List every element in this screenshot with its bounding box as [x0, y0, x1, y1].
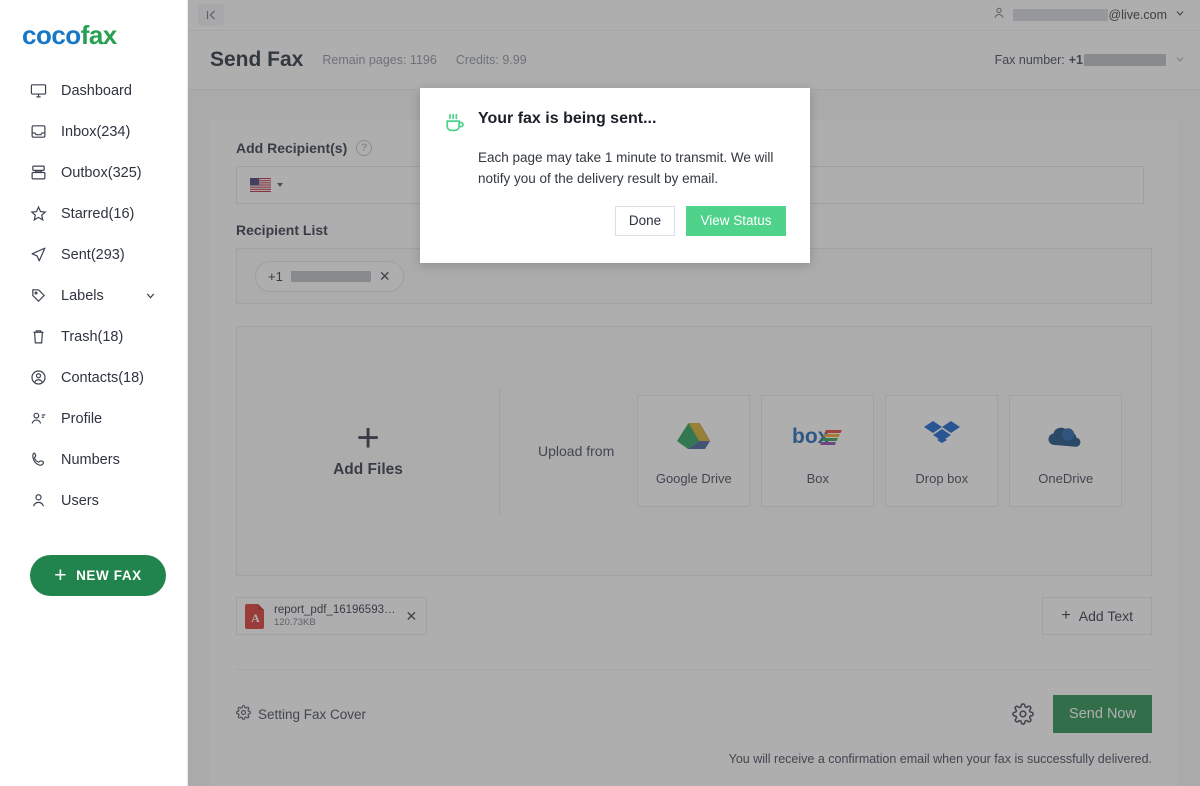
- sidebar-item-label: Sent(293): [61, 247, 125, 263]
- sidebar-item-label: Contacts(18): [61, 370, 144, 386]
- sidebar-item-users[interactable]: Users: [0, 480, 187, 521]
- monitor-icon: [28, 81, 48, 101]
- done-button[interactable]: Done: [615, 206, 675, 236]
- sidebar-item-starred[interactable]: Starred(16): [0, 193, 187, 234]
- outbox-icon: [28, 163, 48, 183]
- new-fax-label: NEW FAX: [76, 568, 142, 583]
- brand-logo-part2: fax: [81, 20, 117, 50]
- fax-sending-modal: Your fax is being sent... Each page may …: [420, 88, 810, 263]
- sidebar-item-label: Profile: [61, 411, 102, 427]
- coffee-cup-icon: [444, 112, 466, 139]
- brand-logo-part1: coco: [22, 20, 81, 50]
- trash-icon: [28, 327, 48, 347]
- inbox-icon: [28, 122, 48, 142]
- sidebar-item-label: Dashboard: [61, 83, 132, 99]
- brand-logo[interactable]: cocofax: [0, 0, 187, 48]
- sidebar-item-profile[interactable]: Profile: [0, 398, 187, 439]
- plus-icon: +: [54, 565, 67, 586]
- modal-body-text: Each page may take 1 minute to transmit.…: [478, 148, 778, 190]
- sidebar-item-dashboard[interactable]: Dashboard: [0, 70, 187, 111]
- sidebar-item-label: Users: [61, 493, 99, 509]
- modal-title: Your fax is being sent...: [478, 110, 656, 128]
- sidebar-item-outbox[interactable]: Outbox(325): [0, 152, 187, 193]
- sidebar: cocofax Dashboard Inbox(234) Outbox(325)…: [0, 0, 188, 786]
- sidebar-item-labels[interactable]: Labels: [0, 275, 187, 316]
- sidebar-item-sent[interactable]: Sent(293): [0, 234, 187, 275]
- sidebar-item-label: Labels: [61, 288, 104, 304]
- sidebar-item-label: Numbers: [61, 452, 120, 468]
- tag-icon: [28, 286, 48, 306]
- new-fax-button[interactable]: + NEW FAX: [30, 555, 166, 596]
- sidebar-item-contacts[interactable]: Contacts(18): [0, 357, 187, 398]
- modal-actions: Done View Status: [444, 206, 786, 236]
- profile-icon: [28, 409, 48, 429]
- sidebar-item-inbox[interactable]: Inbox(234): [0, 111, 187, 152]
- sidebar-item-label: Outbox(325): [61, 165, 142, 181]
- sidebar-nav: Dashboard Inbox(234) Outbox(325) Starred…: [0, 70, 187, 521]
- contact-icon: [28, 368, 48, 388]
- view-status-button[interactable]: View Status: [686, 206, 786, 236]
- phone-icon: [28, 450, 48, 470]
- sidebar-item-numbers[interactable]: Numbers: [0, 439, 187, 480]
- send-icon: [28, 245, 48, 265]
- sidebar-item-label: Trash(18): [61, 329, 123, 345]
- modal-header: Your fax is being sent...: [444, 110, 786, 139]
- user-icon: [28, 491, 48, 511]
- sidebar-item-label: Starred(16): [61, 206, 134, 222]
- sidebar-item-trash[interactable]: Trash(18): [0, 316, 187, 357]
- star-icon: [28, 204, 48, 224]
- chevron-down-icon[interactable]: [144, 289, 157, 302]
- app-root: cocofax Dashboard Inbox(234) Outbox(325)…: [0, 0, 1200, 786]
- sidebar-item-label: Inbox(234): [61, 124, 130, 140]
